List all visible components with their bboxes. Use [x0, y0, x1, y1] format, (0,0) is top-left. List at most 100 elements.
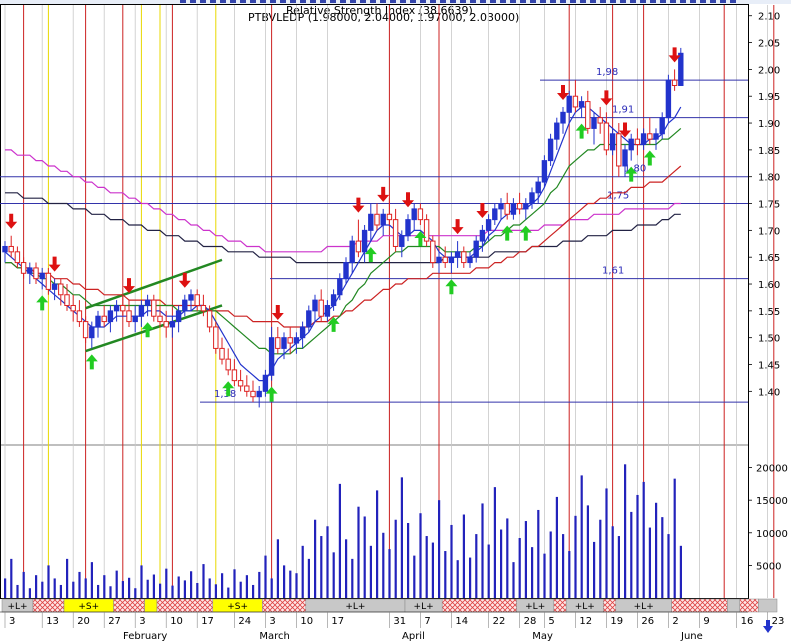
candle-body [64, 294, 70, 306]
toolbar-tick [670, 0, 676, 3]
y-tick-label: 1.50 [758, 334, 780, 345]
x-tick-label: 2 [672, 616, 678, 627]
candle-body [312, 299, 318, 312]
x-tick-label: 17 [331, 616, 344, 627]
toolbar-tick [340, 0, 346, 3]
candle-body [498, 203, 504, 210]
toolbar-tick [570, 0, 576, 3]
candle-body [504, 203, 510, 215]
volume-tick-label: 5000 [756, 561, 781, 572]
candle-body [547, 138, 554, 162]
buy-arrow-icon [501, 225, 514, 241]
volume-bar [22, 571, 25, 598]
stock-chart[interactable]: Relative Strength Index (38.6639) PTBVLE… [0, 0, 791, 642]
volume-bar [673, 478, 676, 598]
candle-body [361, 229, 368, 253]
band-segment [144, 598, 158, 613]
candle-body [169, 321, 176, 328]
toolbar-tick [430, 0, 436, 3]
band-label: +L+ [345, 602, 365, 612]
candle-body [640, 133, 647, 146]
volume-bar [190, 571, 193, 598]
buy-arrow-icon [36, 295, 49, 311]
volume-bar [624, 464, 627, 598]
volume-bar [450, 524, 453, 598]
volume-bar [165, 568, 168, 598]
volume-bar [562, 534, 565, 598]
volume-bar [47, 565, 50, 598]
candle-body [535, 181, 541, 194]
toolbar-tick [620, 0, 626, 3]
volume-bar [394, 519, 397, 598]
buy-arrow-icon [519, 225, 532, 241]
x-tick-label: 3 [139, 616, 145, 627]
candle-body [386, 213, 393, 221]
plot-frame [0, 4, 749, 599]
candle-body [262, 374, 269, 392]
band-segment [32, 598, 65, 613]
candle-body [380, 213, 386, 226]
toolbar-tick [580, 0, 586, 3]
candle-body [101, 315, 107, 323]
volume-bar [35, 575, 38, 598]
candle-body [107, 310, 114, 323]
toolbar-tick [550, 0, 556, 3]
candle-body [45, 272, 52, 290]
month-label: June [680, 631, 703, 642]
volume-bar [146, 579, 149, 598]
volume-bar [388, 549, 391, 598]
volume-bar [555, 496, 558, 598]
candle-body [678, 52, 684, 86]
band-segment [441, 598, 517, 613]
volume-bar [537, 509, 540, 598]
toolbar-tick [730, 0, 736, 3]
candle-body [417, 208, 424, 221]
toolbar-tick [540, 0, 546, 3]
volume-tick-label: 10000 [756, 529, 788, 540]
toolbar-tick [520, 0, 526, 3]
candle-body [306, 310, 312, 328]
level-label: 1,91 [612, 105, 634, 116]
x-tick-label: 14 [455, 616, 468, 627]
candle-body [622, 149, 628, 167]
toolbar-tick [460, 0, 466, 3]
volume-bar [239, 581, 242, 598]
x-tick-label: 12 [579, 616, 592, 627]
volume-bar [512, 562, 515, 598]
candle-body [82, 321, 89, 339]
volume-bar [648, 527, 651, 598]
candle-body [132, 315, 138, 323]
band-segment [553, 598, 567, 613]
volume-bar [16, 584, 19, 598]
candle-body [20, 262, 27, 274]
toolbar-tick [400, 0, 406, 3]
toolbar-tick [420, 0, 426, 3]
band-segment [156, 598, 214, 613]
candle-body [436, 256, 442, 264]
toolbar-tick [530, 0, 536, 3]
volume-bar [679, 545, 682, 598]
ma-magenta-line [5, 149, 681, 253]
month-label: May [532, 631, 553, 642]
volume-bar [574, 515, 577, 598]
toolbar-tick [640, 0, 646, 3]
toolbar-tick [230, 0, 236, 3]
candle-body [374, 213, 380, 226]
candle-body [473, 240, 479, 258]
volume-bar [475, 534, 478, 598]
volume-bar [208, 578, 211, 598]
candle-body [51, 283, 58, 290]
volume-bar [500, 529, 503, 598]
y-tick-label: 1.55 [758, 307, 780, 318]
volume-bar [140, 565, 143, 598]
y-tick-label: 1.45 [758, 361, 780, 372]
price-candles [2, 47, 684, 408]
volume-bar [227, 587, 230, 598]
volume-bar [549, 531, 552, 598]
volume-bar [444, 551, 447, 598]
candle-body [275, 337, 281, 349]
candle-body [225, 358, 231, 371]
candle-body [659, 117, 665, 135]
y-tick-label: 2.10 [758, 12, 780, 23]
volume-bar [258, 571, 261, 598]
